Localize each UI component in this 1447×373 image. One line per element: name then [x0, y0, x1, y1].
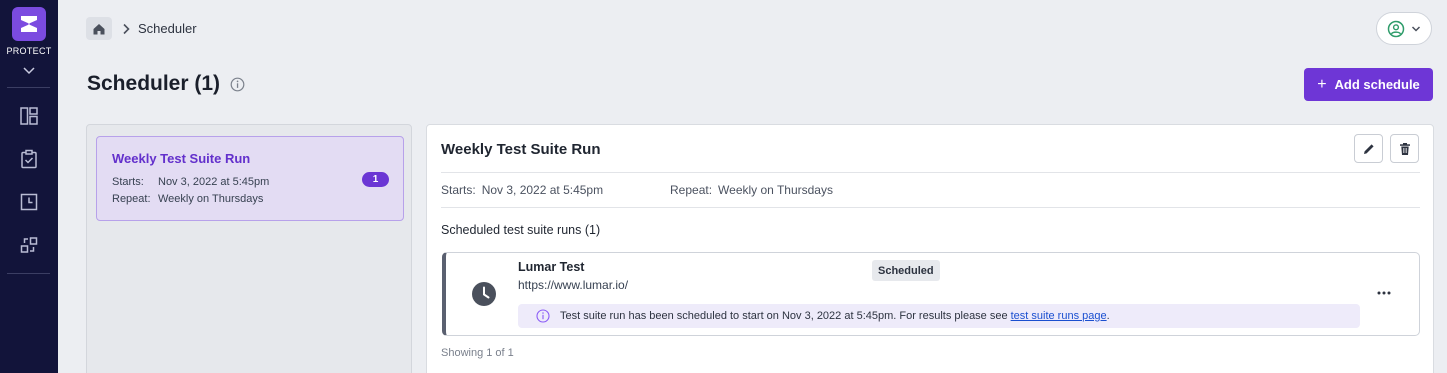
breadcrumb: Scheduler: [86, 17, 197, 40]
clock-icon: [472, 282, 496, 306]
breadcrumb-current: Scheduler: [138, 21, 197, 36]
test-suite-runs-link[interactable]: test suite runs page: [1011, 310, 1107, 322]
plus-icon: +: [1317, 75, 1327, 93]
detail-repeat: Repeat: Weekly on Thursdays: [670, 183, 833, 197]
pencil-icon: [1363, 143, 1374, 154]
more-options-button[interactable]: [1374, 285, 1394, 301]
user-menu-button[interactable]: [1376, 12, 1432, 45]
divider: [441, 207, 1420, 208]
sidebar: PROTECT: [0, 0, 58, 373]
sidebar-divider: [7, 273, 50, 274]
detail-starts: Starts: Nov 3, 2022 at 5:45pm: [441, 183, 603, 197]
integrations-icon[interactable]: [19, 235, 39, 255]
run-count-badge: 1: [362, 172, 389, 187]
run-notice: Test suite run has been scheduled to sta…: [518, 304, 1360, 328]
edit-button[interactable]: [1354, 134, 1383, 163]
product-logo[interactable]: [12, 7, 46, 41]
scheduled-runs-heading: Scheduled test suite runs (1): [441, 223, 601, 237]
notice-text: Test suite run has been scheduled to sta…: [560, 310, 1008, 322]
repeat-value: Weekly on Thursdays: [718, 183, 833, 197]
clipboard-check-icon[interactable]: [19, 149, 39, 169]
home-button[interactable]: [86, 17, 112, 40]
schedule-list-panel: Weekly Test Suite Run Starts: Nov 3, 202…: [86, 124, 412, 373]
chevron-down-icon[interactable]: [21, 62, 37, 78]
detail-title: Weekly Test Suite Run: [441, 141, 601, 158]
sidebar-divider: [7, 87, 50, 88]
schedule-item-title: Weekly Test Suite Run: [112, 151, 251, 166]
home-icon: [93, 23, 105, 34]
repeat-value: Weekly on Thursdays: [158, 193, 264, 205]
divider: [441, 172, 1420, 173]
chevron-right-icon: [122, 23, 130, 35]
scheduled-run-card: Lumar Test https://www.lumar.io/ Schedul…: [442, 252, 1420, 336]
product-label: PROTECT: [6, 46, 52, 56]
more-horizontal-icon: [1377, 291, 1391, 295]
info-icon[interactable]: [230, 77, 245, 92]
run-url[interactable]: https://www.lumar.io/: [518, 278, 628, 292]
notice-suffix: .: [1106, 310, 1110, 322]
schedule-item-repeat: Repeat: Weekly on Thursdays: [112, 193, 263, 205]
page-title: Scheduler (1): [87, 72, 221, 95]
schedule-item-starts: Starts: Nov 3, 2022 at 5:45pm: [112, 176, 269, 188]
chevron-down-icon: [1411, 25, 1421, 32]
schedule-detail-panel: Weekly Test Suite Run Starts: Nov 3, 202…: [426, 124, 1434, 373]
dashboard-icon[interactable]: [19, 106, 39, 126]
trash-icon: [1399, 142, 1410, 155]
schedule-list-item[interactable]: Weekly Test Suite Run Starts: Nov 3, 202…: [96, 136, 404, 221]
add-schedule-label: Add schedule: [1334, 77, 1420, 92]
starts-value: Nov 3, 2022 at 5:45pm: [158, 176, 270, 188]
repeat-key: Repeat:: [670, 183, 713, 197]
delete-button[interactable]: [1390, 134, 1419, 163]
pagination-summary: Showing 1 of 1: [441, 347, 514, 359]
info-icon: [536, 309, 550, 323]
starts-key: Starts:: [441, 183, 476, 197]
add-schedule-button[interactable]: + Add schedule: [1304, 68, 1433, 101]
starts-value: Nov 3, 2022 at 5:45pm: [481, 183, 604, 197]
user-avatar-icon: [1387, 20, 1405, 37]
repeat-key: Repeat:: [112, 193, 151, 205]
logo-icon: [21, 16, 37, 32]
run-name: Lumar Test: [518, 260, 585, 274]
starts-key: Starts:: [112, 176, 144, 188]
status-badge: Scheduled: [872, 260, 940, 281]
history-icon[interactable]: [19, 192, 39, 212]
